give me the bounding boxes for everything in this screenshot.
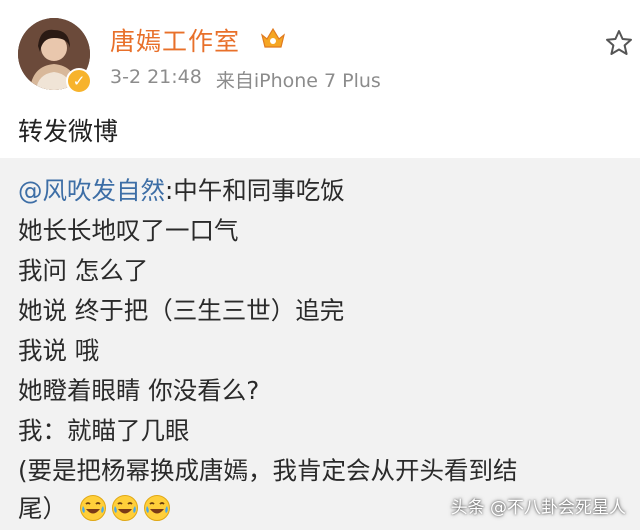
repost-line: 我说 哦: [18, 336, 100, 365]
repost-line: 她长长地叹了一口气: [18, 216, 239, 245]
verified-icon: ✓: [66, 68, 92, 94]
repost-line: 尾）: [18, 490, 171, 525]
post-meta: 3-2 21:48 来自iPhone 7 Plus: [110, 66, 381, 93]
watermark: 头条 @不八卦会死星人: [450, 498, 626, 518]
star-icon[interactable]: [604, 28, 634, 58]
vip-crown-icon: [260, 27, 286, 48]
post-text: 转发微博: [18, 117, 119, 146]
repost-line: (要是把杨幂换成唐嫣，我肯定会从开头看到结: [18, 456, 518, 485]
repost-line: @风吹发自然:中午和同事吃饭: [18, 176, 345, 205]
repost-line: 她瞪着眼睛 你没看么?: [18, 376, 260, 405]
repost-line: 我问 怎么了: [18, 256, 149, 285]
author-name[interactable]: 唐嫣工作室: [110, 22, 240, 58]
timestamp: 3-2 21:48: [110, 66, 202, 88]
laugh-cry-emoji-icon: [111, 495, 138, 521]
repost-line: 她说 终于把（三生三世）追完: [18, 296, 345, 325]
mention-link[interactable]: @风吹发自然: [18, 176, 165, 205]
laugh-cry-emoji-icon: [143, 495, 170, 521]
repost-card[interactable]: @风吹发自然:中午和同事吃饭 她长长地叹了一口气 我问 怎么了 她说 终于把（三…: [0, 158, 640, 530]
post-source: 来自iPhone 7 Plus: [215, 70, 381, 92]
laugh-cry-emoji-icon: [79, 495, 106, 521]
repost-line: 我：就瞄了几眼: [18, 416, 190, 445]
